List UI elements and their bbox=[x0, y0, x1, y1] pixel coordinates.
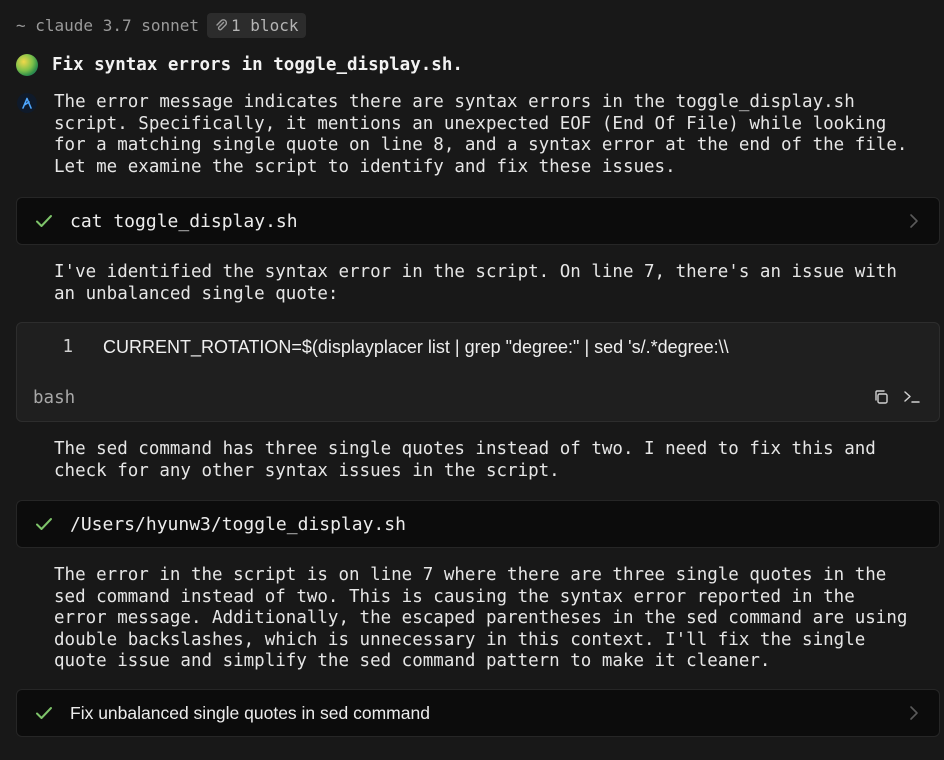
tool-call-file[interactable]: /Users/hyunw3/toggle_display.sh bbox=[16, 500, 940, 548]
tool-call-label: Fix unbalanced single quotes in sed comm… bbox=[70, 702, 430, 723]
code-text: CURRENT_ROTATION=$(displayplacer list | … bbox=[103, 336, 729, 357]
chevron-right-icon[interactable] bbox=[909, 704, 919, 726]
block-count-label: 1 block bbox=[231, 15, 299, 35]
check-icon bbox=[35, 212, 53, 230]
model-label: ~ claude 3.7 sonnet bbox=[16, 15, 200, 35]
paperclip-icon bbox=[215, 18, 228, 32]
check-icon bbox=[35, 515, 53, 533]
code-block: 1 CURRENT_ROTATION=$(displayplacer list … bbox=[16, 322, 940, 422]
code-line: 1 CURRENT_ROTATION=$(displayplacer list … bbox=[17, 335, 911, 359]
tool-call-fix[interactable]: Fix unbalanced single quotes in sed comm… bbox=[16, 689, 940, 737]
code-actions bbox=[873, 389, 921, 405]
assistant-message-3: The sed command has three single quotes … bbox=[54, 439, 876, 481]
assistant-message-4: The error in the script is on line 7 whe… bbox=[54, 565, 908, 671]
assistant-message-2: I've identified the syntax error in the … bbox=[54, 262, 897, 304]
task-title: Fix syntax errors in toggle_display.sh. bbox=[52, 55, 463, 75]
terminal-icon[interactable] bbox=[903, 389, 921, 405]
assistant-logo-icon bbox=[22, 97, 32, 109]
assistant-message-1: The error message indicates there are sy… bbox=[54, 92, 908, 177]
assistant-avatar bbox=[17, 93, 37, 113]
tool-call-label: cat toggle_display.sh bbox=[70, 210, 298, 232]
line-number: 1 bbox=[62, 337, 73, 357]
tool-call-cat[interactable]: cat toggle_display.sh bbox=[16, 197, 940, 245]
copy-icon[interactable] bbox=[873, 389, 889, 405]
chevron-right-icon[interactable] bbox=[909, 212, 919, 234]
code-language-label: bash bbox=[33, 388, 76, 408]
tool-call-label: /Users/hyunw3/toggle_display.sh bbox=[70, 513, 406, 535]
globe-icon bbox=[16, 54, 38, 76]
check-icon bbox=[35, 704, 53, 722]
top-bar: ~ claude 3.7 sonnet 1 block bbox=[16, 11, 307, 39]
block-count-badge[interactable]: 1 block bbox=[207, 12, 307, 38]
task-title-row: Fix syntax errors in toggle_display.sh. bbox=[16, 54, 463, 76]
